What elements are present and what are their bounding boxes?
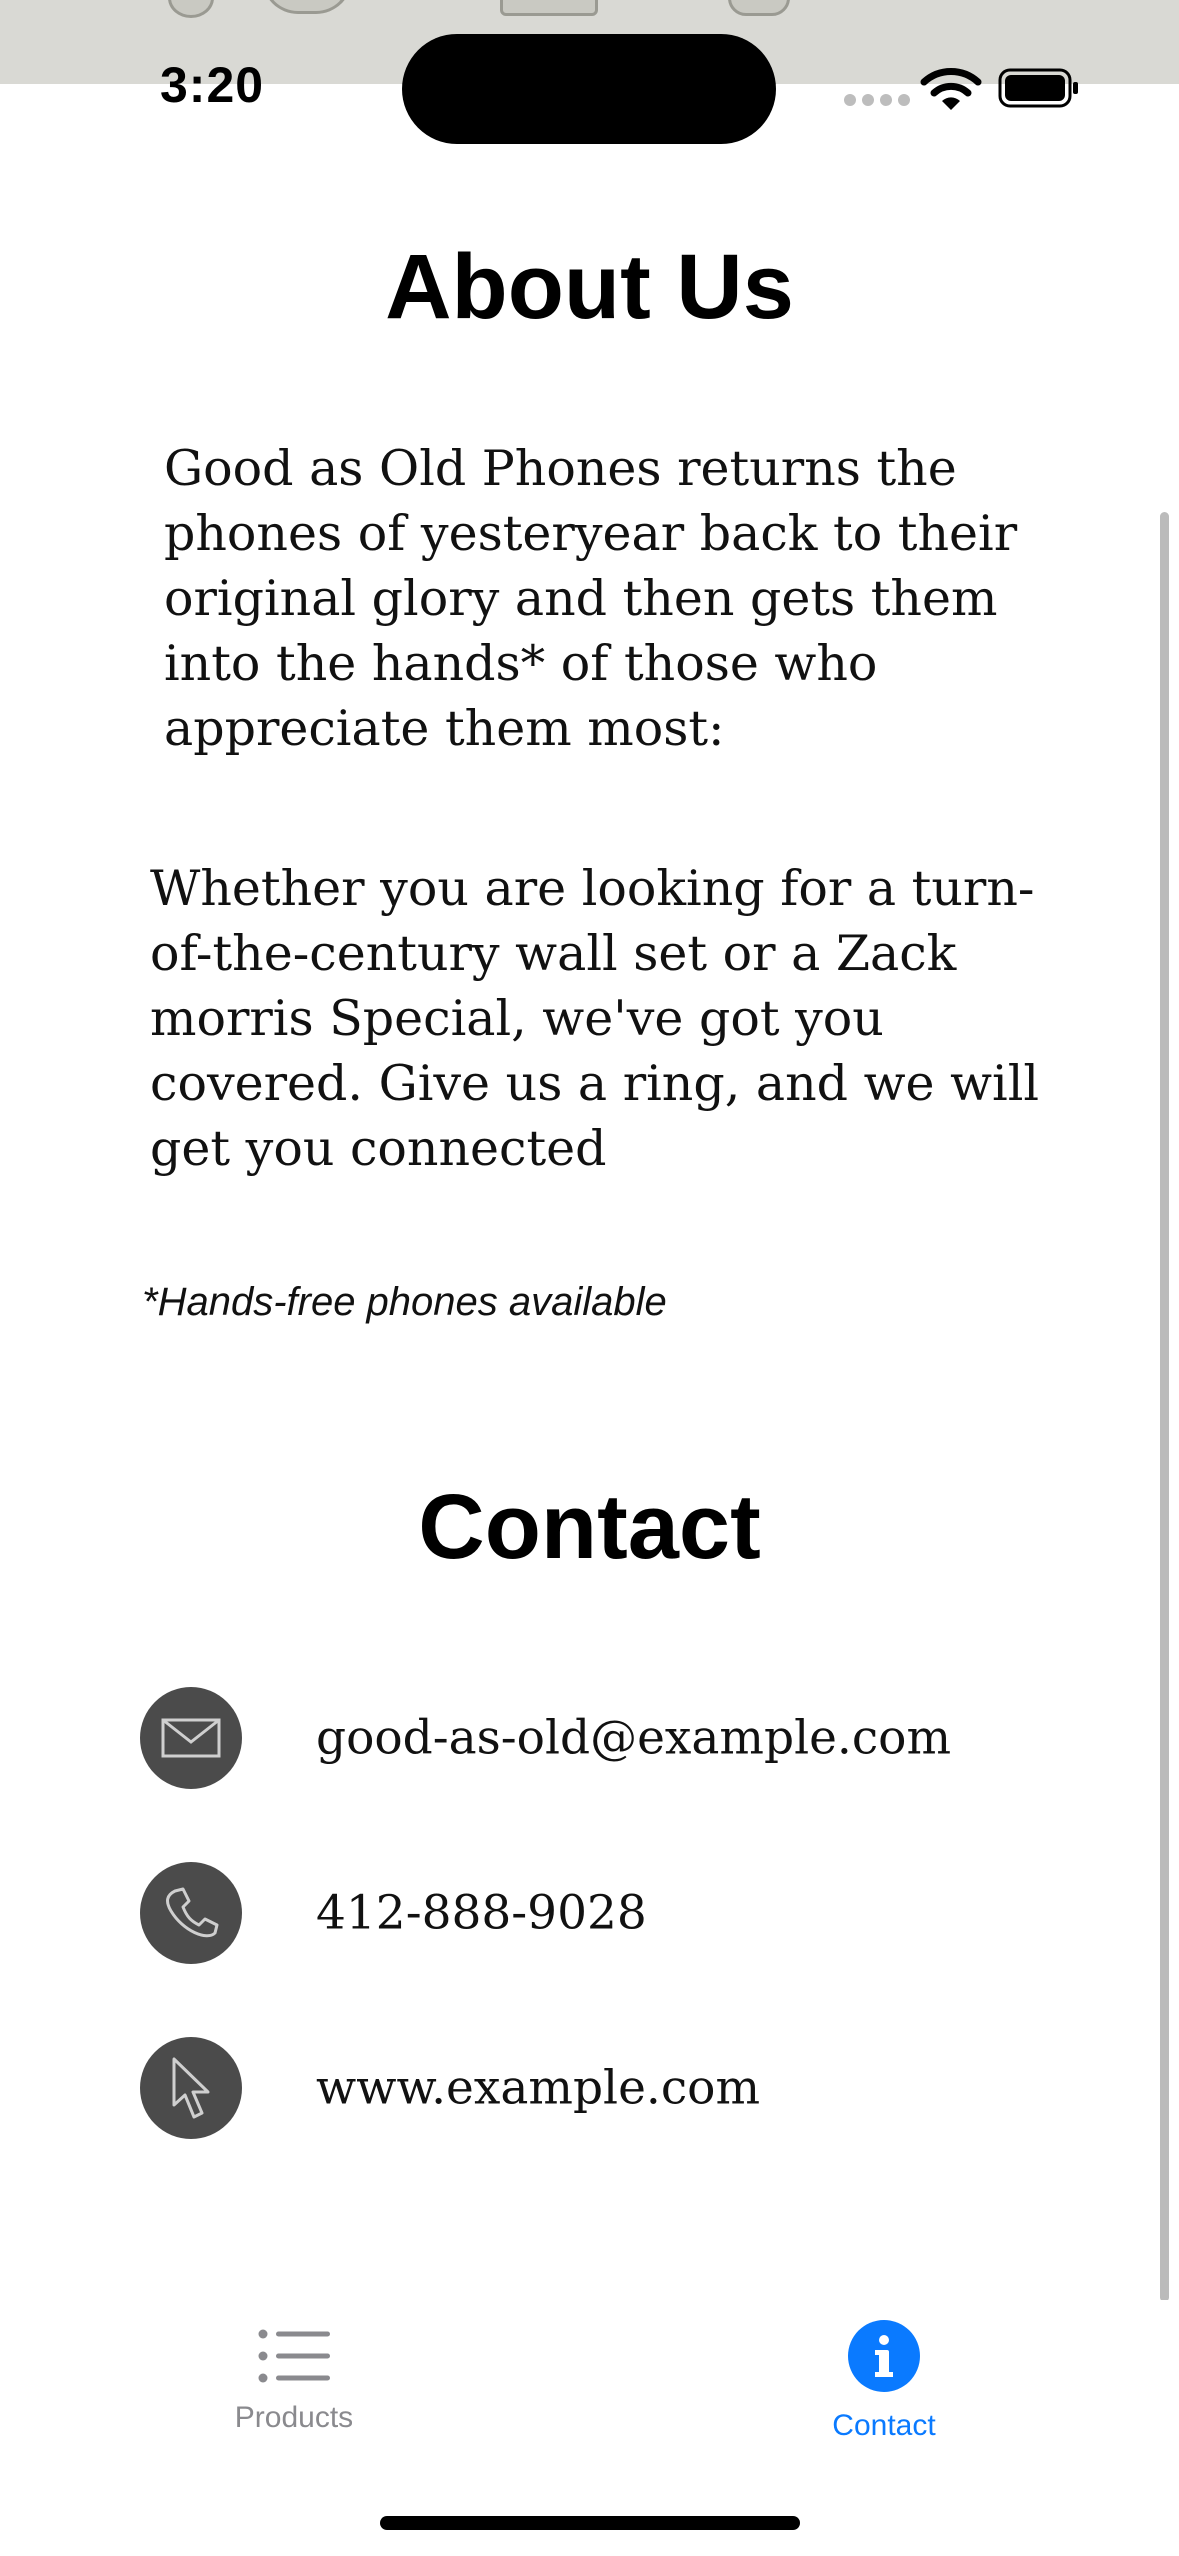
- status-time: 3:20: [160, 57, 265, 113]
- contact-website-row[interactable]: www.example.com: [140, 2036, 760, 2140]
- phone-icon: [140, 1862, 242, 1964]
- wifi-icon: [920, 68, 982, 110]
- cursor-icon: [140, 2037, 242, 2139]
- tab-contact-label: Contact: [832, 2409, 936, 2442]
- status-bar: 3:20: [0, 0, 1179, 180]
- tab-products[interactable]: Products: [144, 2328, 444, 2435]
- tab-products-label: Products: [234, 2401, 354, 2434]
- contact-email-row[interactable]: good-as-old@example.com: [140, 1686, 951, 1790]
- scroll-indicator[interactable]: [1160, 512, 1169, 2302]
- signal-dots-icon: [844, 94, 910, 106]
- about-title: About Us: [385, 236, 794, 338]
- info-icon: [848, 2320, 920, 2392]
- contact-phone-text[interactable]: 412-888-9028: [316, 1886, 647, 1941]
- contact-title: Contact: [418, 1476, 761, 1578]
- contact-email-text[interactable]: good-as-old@example.com: [316, 1711, 951, 1766]
- list-icon: [258, 2329, 330, 2383]
- tab-contact[interactable]: Contact: [734, 2320, 1034, 2443]
- envelope-icon: [140, 1687, 242, 1789]
- hands-free-footnote: *Hands-free phones available: [142, 1280, 667, 1324]
- about-paragraph-2: Whether you are looking for a turn-of-th…: [150, 860, 1040, 1177]
- contact-phone-row[interactable]: 412-888-9028: [140, 1861, 647, 1965]
- home-indicator[interactable]: [380, 2516, 800, 2530]
- dynamic-island: [402, 34, 776, 144]
- contact-website-text[interactable]: www.example.com: [316, 2061, 760, 2116]
- battery-icon: [998, 68, 1078, 108]
- about-paragraph-1: Good as Old Phones returns the phones of…: [164, 440, 1018, 757]
